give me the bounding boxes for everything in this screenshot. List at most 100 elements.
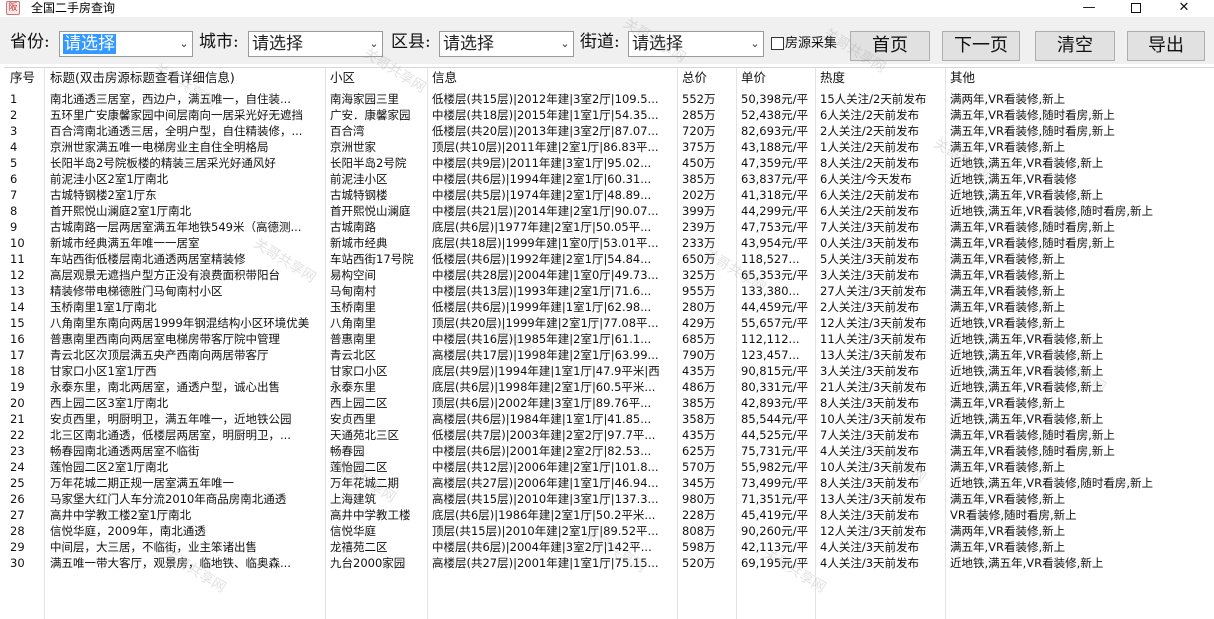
row-title[interactable]: 车站西街低楼层南北通透两居室精装修 (48, 251, 324, 267)
header-popularity[interactable]: 热度 (818, 68, 946, 88)
row-title[interactable]: 甘家口小区1室1厅西 (48, 363, 324, 379)
row-unit-price[interactable]: 52,438元/平 (739, 107, 815, 123)
table-row[interactable]: 23 畅春园南北通透两居室不临街 畅春园 中楼层(共6层)|2001年建|2室2厅|8… (4, 443, 1214, 459)
row-community[interactable]: 畅春园 (328, 443, 426, 459)
row-other[interactable]: 近地铁,满五年,VR看装修,新上 (948, 187, 1214, 203)
row-info[interactable]: 中楼层(共28层)|2004年建|1室0厅|49.73... (430, 267, 676, 283)
row-total-price[interactable]: 345万 (680, 475, 738, 491)
row-community[interactable]: 九台2000家园 (328, 555, 426, 571)
row-info[interactable]: 中楼层(共16层)|1985年建|2室1厅|61.1... (430, 331, 676, 347)
row-unit-price[interactable]: 75,731元/平 (739, 443, 815, 459)
table-row[interactable]: 29 中间层，大三居，不临街，业主笨诸出售 龙禧苑二区 中楼层(共6层)|2004年建… (4, 539, 1214, 555)
row-unit-price[interactable]: 112,112... (739, 331, 815, 347)
row-other[interactable]: VR看装修,随时看房,新上 (948, 507, 1214, 523)
table-row[interactable]: 16 普惠南里西南向两居室电梯房带客厅院中管理 普惠南里 中楼层(共16层)|1985… (4, 331, 1214, 347)
table-row[interactable]: 1 南北通透三居室，西边户，满五唯一，自住装... 南海家园三里 低楼层(共15层)|… (4, 91, 1214, 107)
row-info[interactable]: 底层(共6层)|1998年建|2室1厅|60.5平米... (430, 379, 676, 395)
row-index[interactable]: 24 (8, 459, 44, 475)
table-row[interactable]: 28 信悦华庭，2009年，南北通透 信悦华庭 顶层(共15层)|2010年建|2室1… (4, 523, 1214, 539)
row-other[interactable]: 满五年,VR看装修,新上 (948, 139, 1214, 155)
row-community[interactable]: 八角南里 (328, 315, 426, 331)
city-select[interactable]: 请选择 ⌄ (248, 31, 383, 57)
row-index[interactable]: 19 (8, 379, 44, 395)
row-title[interactable]: 中间层，大三居，不临街，业主笨诸出售 (48, 539, 324, 555)
row-other[interactable]: 满五年,VR看装修,新上 (948, 283, 1214, 299)
row-info[interactable]: 底层(共18层)|1999年建|1室0厅|53.01平... (430, 235, 676, 251)
row-index[interactable]: 30 (8, 555, 44, 571)
row-other[interactable]: 满五年,VR看装修,随时看房,新上 (948, 235, 1214, 251)
row-popularity[interactable]: 8人关注/2天前发布 (818, 155, 946, 171)
row-info[interactable]: 中楼层(共12层)|2006年建|2室1厅|101.8... (430, 459, 676, 475)
row-title[interactable]: 前泥洼小区2室1厅南北 (48, 171, 324, 187)
row-index[interactable]: 20 (8, 395, 44, 411)
table-row[interactable]: 12 高层观景无遮挡户型方正没有浪费面积带阳台 易构空间 中楼层(共28层)|2004… (4, 267, 1214, 283)
row-total-price[interactable]: 808万 (680, 523, 738, 539)
county-select[interactable]: 请选择 ⌄ (439, 31, 574, 57)
street-select[interactable]: 请选择 ⌄ (628, 31, 764, 57)
table-row[interactable]: 8 首开熙悦山澜庭2室1厅南北 首开熙悦山澜庭 中楼层(共21层)|2014年建|2室… (4, 203, 1214, 219)
table-row[interactable]: 13 精装修带电梯德胜门马甸南村小区 马甸南村 中楼层(共13层)|1993年建|2室… (4, 283, 1214, 299)
row-community[interactable]: 首开熙悦山澜庭 (328, 203, 426, 219)
row-popularity[interactable]: 12人关注/3天前发布 (818, 523, 946, 539)
row-other[interactable]: 满五年,VR看装修,随时看房,新上 (948, 443, 1214, 459)
row-index[interactable]: 29 (8, 539, 44, 555)
row-title[interactable]: 畅春园南北通透两居室不临街 (48, 443, 324, 459)
row-index[interactable]: 11 (8, 251, 44, 267)
row-community[interactable]: 广安．康馨家园 (328, 107, 426, 123)
row-popularity[interactable]: 12人关注/3天前发布 (818, 315, 946, 331)
row-info[interactable]: 低楼层(共6层)|1999年建|1室1厅|62.98... (430, 299, 676, 315)
row-popularity[interactable]: 8人关注/3天前发布 (818, 507, 946, 523)
header-index[interactable]: 序号 (8, 68, 44, 88)
row-community[interactable]: 南海家园三里 (328, 91, 426, 107)
row-popularity[interactable]: 5人关注/3天前发布 (818, 251, 946, 267)
row-unit-price[interactable]: 44,459元/平 (739, 299, 815, 315)
row-total-price[interactable]: 233万 (680, 235, 738, 251)
row-unit-price[interactable]: 85,544元/平 (739, 411, 815, 427)
row-popularity[interactable]: 8人关注/3天前发布 (818, 395, 946, 411)
row-info[interactable]: 中楼层(共21层)|2014年建|2室1厅|90.07... (430, 203, 676, 219)
row-total-price[interactable]: 650万 (680, 251, 738, 267)
table-row[interactable]: 6 前泥洼小区2室1厅南北 前泥洼小区 中楼层(共6层)|1994年建|2室1厅|60… (4, 171, 1214, 187)
row-index[interactable]: 13 (8, 283, 44, 299)
row-info[interactable]: 顶层(共6层)|2002年建|3室1厅|89.76平... (430, 395, 676, 411)
row-unit-price[interactable]: 133,380... (739, 283, 815, 299)
table-row[interactable]: 17 青云北区次顶层满五央产西南向两居带客厅 青云北区 高楼层(共17层)|1998年… (4, 347, 1214, 363)
row-popularity[interactable]: 7人关注/3天前发布 (818, 219, 946, 235)
row-popularity[interactable]: 2人关注/2天前发布 (818, 123, 946, 139)
row-title[interactable]: 高层观景无遮挡户型方正没有浪费面积带阳台 (48, 267, 324, 283)
row-other[interactable]: 满五年,VR看装修,新上 (948, 459, 1214, 475)
row-total-price[interactable]: 552万 (680, 91, 738, 107)
row-index[interactable]: 25 (8, 475, 44, 491)
row-unit-price[interactable]: 42,113元/平 (739, 539, 815, 555)
row-total-price[interactable]: 239万 (680, 219, 738, 235)
row-other[interactable]: 近地铁,满五年,VR看装修,新上 (948, 155, 1214, 171)
table-row[interactable]: 22 北三区南北通透，低楼层两居室，明厨明卫，... 天通苑北三区 低楼层(共7层)|… (4, 427, 1214, 443)
row-community[interactable]: 普惠南里 (328, 331, 426, 347)
row-unit-price[interactable]: 41,318元/平 (739, 187, 815, 203)
row-title[interactable]: 莲怡园二区2室1厅南北 (48, 459, 324, 475)
listing-table[interactable]: 序号 标题(双击房源标题查看详细信息) 小区 信息 总价 单价 热度 其他 1南… (4, 67, 1214, 619)
row-popularity[interactable]: 7人关注/3天前发布 (818, 427, 946, 443)
row-other[interactable]: 近地铁,满五年,VR看装修,随时看房,新上 (948, 475, 1214, 491)
row-info[interactable]: 中楼层(共5层)|1974年建|2室1厅|48.89... (430, 187, 676, 203)
row-total-price[interactable]: 450万 (680, 155, 738, 171)
row-index[interactable]: 28 (8, 523, 44, 539)
row-title[interactable]: 京洲世家满五唯一电梯房业主自住全明格局 (48, 139, 324, 155)
row-total-price[interactable]: 520万 (680, 555, 738, 571)
row-info[interactable]: 底层(共6层)|1977年建|2室1厅|50.05平... (430, 219, 676, 235)
row-popularity[interactable]: 6人关注/今天发布 (818, 171, 946, 187)
row-total-price[interactable]: 285万 (680, 107, 738, 123)
table-row[interactable]: 21 安贞西里，明厨明卫，满五年唯一，近地铁公园 安贞西里 高楼层(共6层)|1984… (4, 411, 1214, 427)
row-total-price[interactable]: 385万 (680, 171, 738, 187)
row-total-price[interactable]: 790万 (680, 347, 738, 363)
minimize-button[interactable]: — (1066, 0, 1112, 17)
table-row[interactable]: 5 长阳半岛2号院板楼的精装三居采光好通风好 长阳半岛2号院 中楼层(共9层)|201… (4, 155, 1214, 171)
row-index[interactable]: 6 (8, 171, 44, 187)
close-button[interactable]: ✕ (1161, 0, 1207, 17)
row-unit-price[interactable]: 63,837元/平 (739, 171, 815, 187)
row-title[interactable]: 古城特钢楼2室1厅东 (48, 187, 324, 203)
row-info[interactable]: 低楼层(共15层)|2012年建|3室2厅|109.5... (430, 91, 676, 107)
row-popularity[interactable]: 8人关注/3天前发布 (818, 475, 946, 491)
row-unit-price[interactable]: 69,195元/平 (739, 555, 815, 571)
row-info[interactable]: 中楼层(共6层)|1994年建|2室1厅|60.31... (430, 171, 676, 187)
